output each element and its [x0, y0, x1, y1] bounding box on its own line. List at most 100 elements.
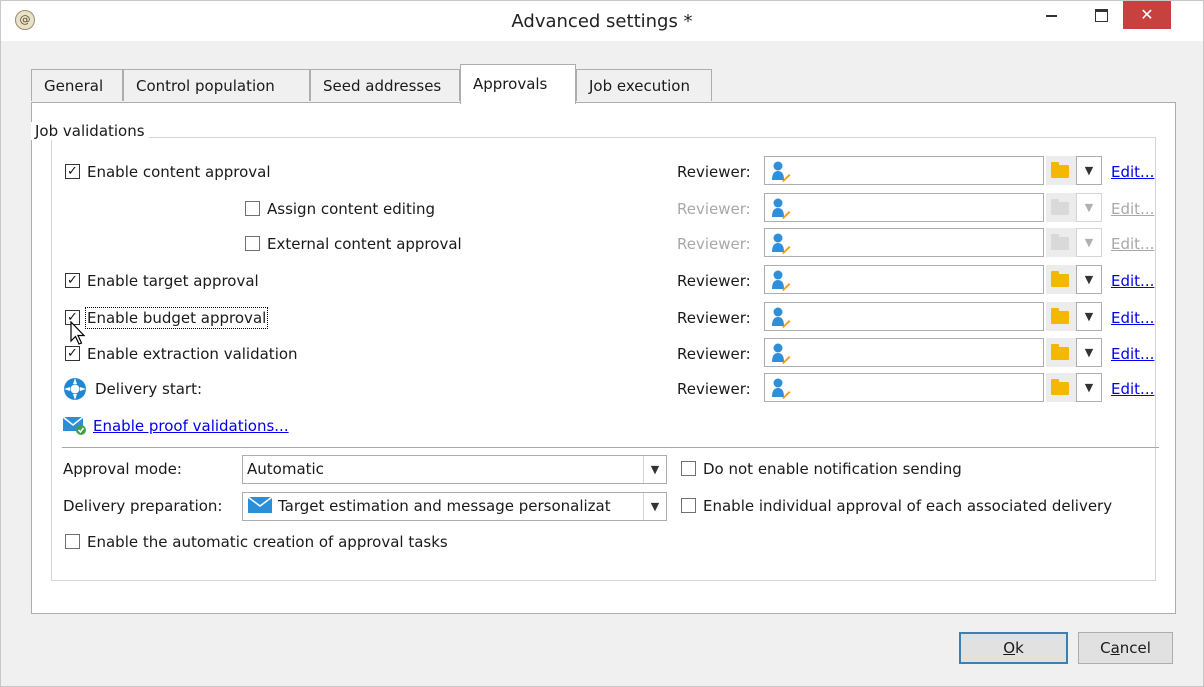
- content-reviewer-dropdown[interactable]: ▼: [1076, 156, 1102, 185]
- close-icon: ✕: [1140, 5, 1154, 24]
- tab-seed-addresses[interactable]: Seed addresses: [310, 69, 460, 101]
- auto-approval-tasks-checkbox[interactable]: [65, 534, 80, 549]
- delivery-start-reviewer-edit-link[interactable]: Edit...: [1111, 376, 1154, 402]
- job-validations-label: Job validations: [31, 122, 149, 140]
- delivery-start-label: Delivery start:: [95, 380, 203, 398]
- extraction-validation-row[interactable]: ✓ Enable extraction validation: [65, 341, 298, 367]
- budget-reviewer-dropdown[interactable]: ▼: [1076, 302, 1102, 331]
- extraction-validation-checkbox[interactable]: ✓: [65, 346, 80, 361]
- minimize-button[interactable]: [1031, 1, 1071, 29]
- target-approval-row[interactable]: ✓ Enable target approval: [65, 268, 259, 294]
- extraction-reviewer-edit-link[interactable]: Edit...: [1111, 341, 1154, 367]
- folder-icon: [1051, 271, 1069, 287]
- individual-approval-row[interactable]: Enable individual approval of each assoc…: [681, 493, 1112, 519]
- extraction-validation-label: Enable extraction validation: [87, 345, 298, 363]
- operator-icon: [772, 233, 791, 254]
- external-content-approval-row[interactable]: External content approval: [245, 231, 462, 257]
- extraction-reviewer-dropdown[interactable]: ▼: [1076, 338, 1102, 367]
- target-approval-checkbox[interactable]: ✓: [65, 273, 80, 288]
- proof-validations-row[interactable]: Enable proof validations...: [62, 413, 289, 439]
- budget-reviewer-folder-button[interactable]: [1046, 302, 1076, 331]
- folder-icon: [1051, 344, 1069, 360]
- delivery-preparation-label: Delivery preparation:: [63, 497, 223, 515]
- external-reviewer-edit-link: Edit...: [1111, 235, 1155, 253]
- tab-job-execution[interactable]: Job execution: [576, 69, 712, 101]
- delivery-start-reviewer-folder-button[interactable]: [1046, 373, 1076, 402]
- proof-envelope-icon: [62, 415, 86, 435]
- minimize-icon: [1045, 15, 1057, 17]
- cancel-button[interactable]: Cancel: [1078, 632, 1173, 664]
- tab-control-population[interactable]: Control population: [123, 69, 310, 101]
- target-reviewer-folder-button[interactable]: [1046, 265, 1076, 294]
- individual-approval-checkbox[interactable]: [681, 498, 696, 513]
- editing-reviewer-dropdown: ▼: [1076, 193, 1102, 222]
- content-approval-row[interactable]: ✓ Enable content approval: [65, 159, 271, 185]
- delivery-start-reviewer-dropdown[interactable]: ▼: [1076, 373, 1102, 402]
- chevron-down-icon: ▼: [1084, 164, 1094, 177]
- approval-mode-select[interactable]: Automatic ▼: [242, 455, 667, 484]
- envelope-icon: [247, 495, 273, 513]
- target-reviewer-edit-link[interactable]: Edit...: [1111, 268, 1154, 294]
- budget-reviewer-field[interactable]: [764, 302, 1044, 331]
- editing-reviewer-folder-button: [1046, 193, 1076, 222]
- content-reviewer-folder-button[interactable]: [1046, 156, 1076, 185]
- separator: [62, 447, 1159, 448]
- content-reviewer-edit-link[interactable]: Edit...: [1111, 159, 1154, 185]
- budget-approval-row[interactable]: ✓ Enable budget approval: [65, 305, 269, 331]
- target-reviewer-dropdown[interactable]: ▼: [1076, 265, 1102, 294]
- chevron-down-icon: ▼: [1084, 381, 1094, 394]
- operator-icon: [772, 343, 791, 364]
- content-reviewer-field[interactable]: [764, 156, 1044, 185]
- delivery-preparation-select[interactable]: Target estimation and message personaliz…: [242, 492, 667, 521]
- operator-icon: [772, 307, 791, 328]
- maximize-button[interactable]: [1079, 1, 1123, 29]
- enable-proof-validations-link[interactable]: Enable proof validations...: [93, 417, 289, 435]
- cancel-label-post: ncel: [1119, 639, 1151, 657]
- reviewer-label: Reviewer:: [677, 235, 751, 253]
- target-reviewer-field[interactable]: [764, 265, 1044, 294]
- folder-icon: [1051, 199, 1069, 215]
- maximize-icon: [1094, 9, 1108, 22]
- cancel-mnemonic: a: [1110, 639, 1120, 657]
- budget-reviewer-edit-link[interactable]: Edit...: [1111, 305, 1154, 331]
- auto-approval-tasks-row[interactable]: Enable the automatic creation of approva…: [65, 529, 448, 555]
- close-button[interactable]: ✕: [1123, 1, 1171, 29]
- extraction-reviewer-field[interactable]: [764, 338, 1044, 367]
- tab-general[interactable]: General: [31, 69, 123, 101]
- reviewer-label: Reviewer:: [677, 272, 751, 290]
- chevron-down-icon: ▼: [643, 456, 666, 483]
- window-title: Advanced settings *: [511, 11, 693, 32]
- assign-content-editing-checkbox[interactable]: [245, 201, 260, 216]
- cancel-label-pre: C: [1100, 639, 1111, 657]
- operator-icon: [772, 198, 791, 219]
- no-notification-row[interactable]: Do not enable notification sending: [681, 456, 962, 482]
- folder-icon: [1051, 234, 1069, 250]
- operator-icon: [772, 378, 791, 399]
- folder-icon: [1051, 162, 1069, 178]
- external-reviewer-folder-button: [1046, 228, 1076, 257]
- no-notification-checkbox[interactable]: [681, 461, 696, 476]
- delivery-start-reviewer-field[interactable]: [764, 373, 1044, 402]
- budget-approval-label: Enable budget approval: [84, 307, 269, 329]
- assign-content-editing-row[interactable]: Assign content editing: [245, 196, 435, 222]
- auto-approval-tasks-label: Enable the automatic creation of approva…: [87, 533, 448, 551]
- extraction-reviewer-folder-button[interactable]: [1046, 338, 1076, 367]
- reviewer-label: Reviewer:: [677, 200, 751, 218]
- external-content-approval-checkbox[interactable]: [245, 236, 260, 251]
- ok-button[interactable]: Ok: [959, 632, 1068, 664]
- chevron-down-icon: ▼: [1084, 201, 1094, 214]
- chevron-down-icon: ▼: [1084, 346, 1094, 359]
- content-approval-checkbox[interactable]: ✓: [65, 164, 80, 179]
- tab-approvals[interactable]: Approvals: [460, 64, 576, 104]
- delivery-start-icon: [64, 377, 86, 400]
- content-approval-label: Enable content approval: [87, 163, 271, 181]
- external-reviewer-dropdown: ▼: [1076, 228, 1102, 257]
- chevron-down-icon: ▼: [1084, 310, 1094, 323]
- reviewer-label: Reviewer:: [677, 380, 751, 398]
- reviewer-label: Reviewer:: [677, 163, 751, 181]
- operator-icon: [772, 270, 791, 291]
- chevron-down-icon: ▼: [643, 493, 666, 520]
- approval-mode-value: Automatic: [247, 460, 324, 478]
- individual-approval-label: Enable individual approval of each assoc…: [703, 497, 1113, 515]
- external-content-approval-label: External content approval: [267, 235, 462, 253]
